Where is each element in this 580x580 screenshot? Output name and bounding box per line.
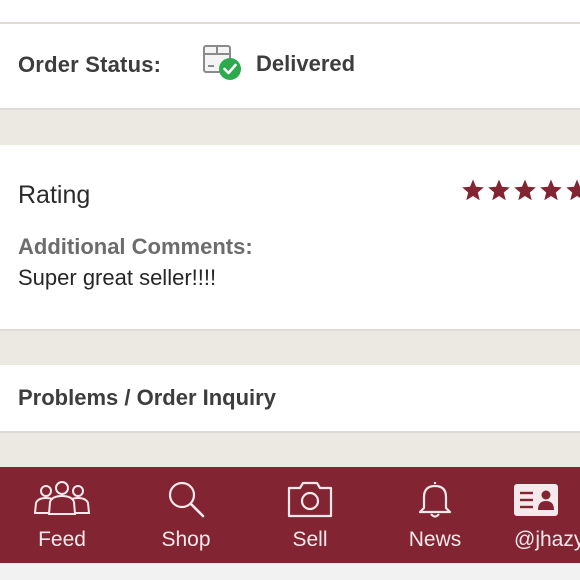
search-icon (168, 481, 205, 518)
additional-comments-label: Additional Comments: (18, 234, 253, 259)
nav-item-feed[interactable]: Feed (7, 467, 117, 563)
star-icon (462, 179, 484, 201)
profile-card-icon (514, 484, 558, 516)
nav-item-sell[interactable]: Sell (255, 467, 365, 563)
nav-item-news[interactable]: News (380, 467, 490, 563)
bottom-strip (0, 563, 580, 580)
nav-label-sell: Sell (292, 528, 328, 551)
additional-comments-text: Super great seller!!!! (18, 265, 217, 290)
order-status-card: Order Status: Delivered (0, 24, 580, 110)
star-icon (540, 179, 562, 201)
camera-icon (287, 481, 333, 518)
nav-item-profile[interactable]: @jhazy (505, 467, 580, 563)
star-icon (488, 179, 510, 201)
screen: Order Status: Delivered Rating Additiona… (0, 0, 580, 580)
nav-label-profile: @jhazy (514, 528, 580, 551)
nav-item-shop[interactable]: Shop (131, 467, 241, 563)
bell-icon (418, 482, 452, 518)
bottom-nav: Feed Shop Sell News @jhazy (0, 467, 580, 563)
rating-stars (461, 178, 580, 202)
order-inquiry-row[interactable]: Problems / Order Inquiry (0, 365, 580, 433)
rating-title: Rating (18, 181, 91, 209)
star-icon (514, 179, 536, 201)
rating-card: Rating Additional Comments: Super great … (0, 145, 580, 331)
nav-label-feed: Feed (38, 528, 86, 551)
order-inquiry-label: Problems / Order Inquiry (18, 385, 276, 410)
order-status-value: Delivered (256, 51, 356, 76)
nav-label-shop: Shop (161, 528, 211, 551)
people-icon (33, 481, 91, 515)
order-status-label: Order Status: (18, 52, 162, 77)
delivered-box-icon (201, 42, 243, 82)
previous-card (0, 0, 580, 24)
nav-label-news: News (408, 528, 462, 551)
star-icon (566, 179, 580, 201)
